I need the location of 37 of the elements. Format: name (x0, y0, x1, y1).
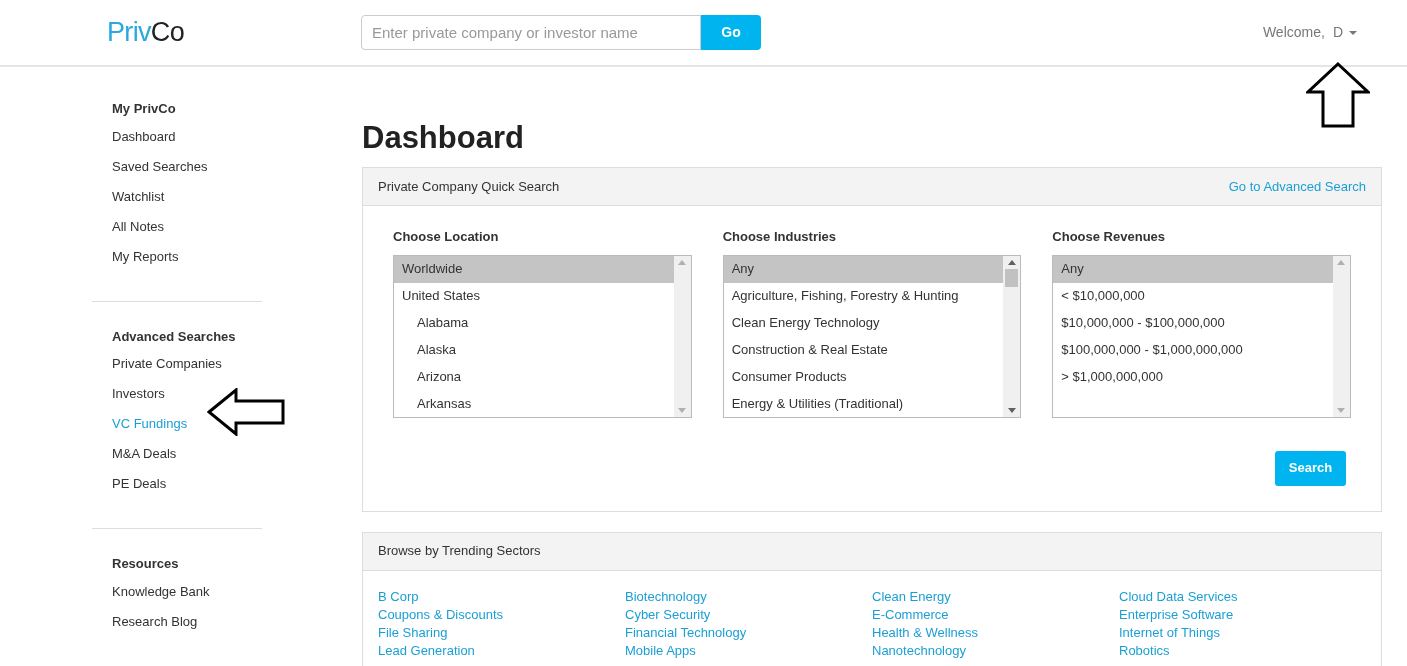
list-box[interactable]: Any < $10,000,000 $10,000,000 - $100,000,000 $100,000,000 - $1,000,000,000 > $1,000,000,000 (1052, 254, 1351, 418)
sidebar-link[interactable]: All Notes (112, 218, 165, 235)
sidebar-link[interactable]: Investors (112, 386, 165, 402)
caret-icon (1349, 30, 1357, 35)
sidebar-link[interactable]: PE Deals (112, 476, 167, 492)
panel-title: Private Company Quick Search (378, 177, 560, 196)
arrow-up-icon (1306, 62, 1370, 128)
page-title: Dashboard (362, 120, 525, 156)
welcome-text: Welcome, (1262, 23, 1325, 42)
sidebar-heading: My PrivCo (111, 100, 177, 118)
sidebar-link[interactable]: Research Blog (112, 613, 198, 630)
list-label: Choose Revenues (1052, 228, 1167, 246)
sidebar-heading: Advanced Searches (111, 327, 237, 346)
sidebar-heading: Resources (111, 555, 180, 573)
sidebar-link[interactable]: Knowledge Bank (112, 583, 210, 600)
scrollbar[interactable] (1003, 255, 1021, 417)
scroll-up-icon[interactable] (1007, 259, 1016, 265)
list-option[interactable]: Any (723, 255, 1004, 283)
logo[interactable]: PrivCo (107, 12, 361, 53)
list-option[interactable]: Any (1053, 255, 1333, 283)
scroll-down-icon[interactable] (1007, 407, 1016, 413)
sidebar-link[interactable]: Saved Searches (112, 158, 208, 175)
arrow-left-icon (207, 388, 285, 436)
list-label: Choose Location (393, 228, 500, 246)
user-menu[interactable]: D (1332, 22, 1357, 43)
list-box[interactable]: Worldwide United States Alabama Alaska Arizona Arkansas (393, 254, 692, 418)
list-option[interactable]: Worldwide (394, 255, 674, 283)
search-field[interactable]: Enter private company or investor name (361, 15, 701, 50)
sidebar-link[interactable]: Dashboard (112, 128, 176, 145)
list-label: Choose Industries (722, 228, 838, 246)
sidebar-link[interactable]: My Reports (112, 248, 179, 265)
sidebar-link[interactable]: Private Companies (112, 356, 222, 372)
panel-title: Browse by Trending Sectors (378, 542, 541, 561)
scroll-thumb[interactable] (1005, 268, 1019, 287)
list-box[interactable]: Any Agriculture, Fishing, Forestry & Hunting Clean Energy Technology Construction & Real Estate Consumer Products Energy & Utilities (Traditional) (722, 254, 1022, 418)
sidebar-link[interactable]: M&A Deals (112, 446, 177, 462)
sidebar-link[interactable]: Watchlist (112, 188, 165, 205)
